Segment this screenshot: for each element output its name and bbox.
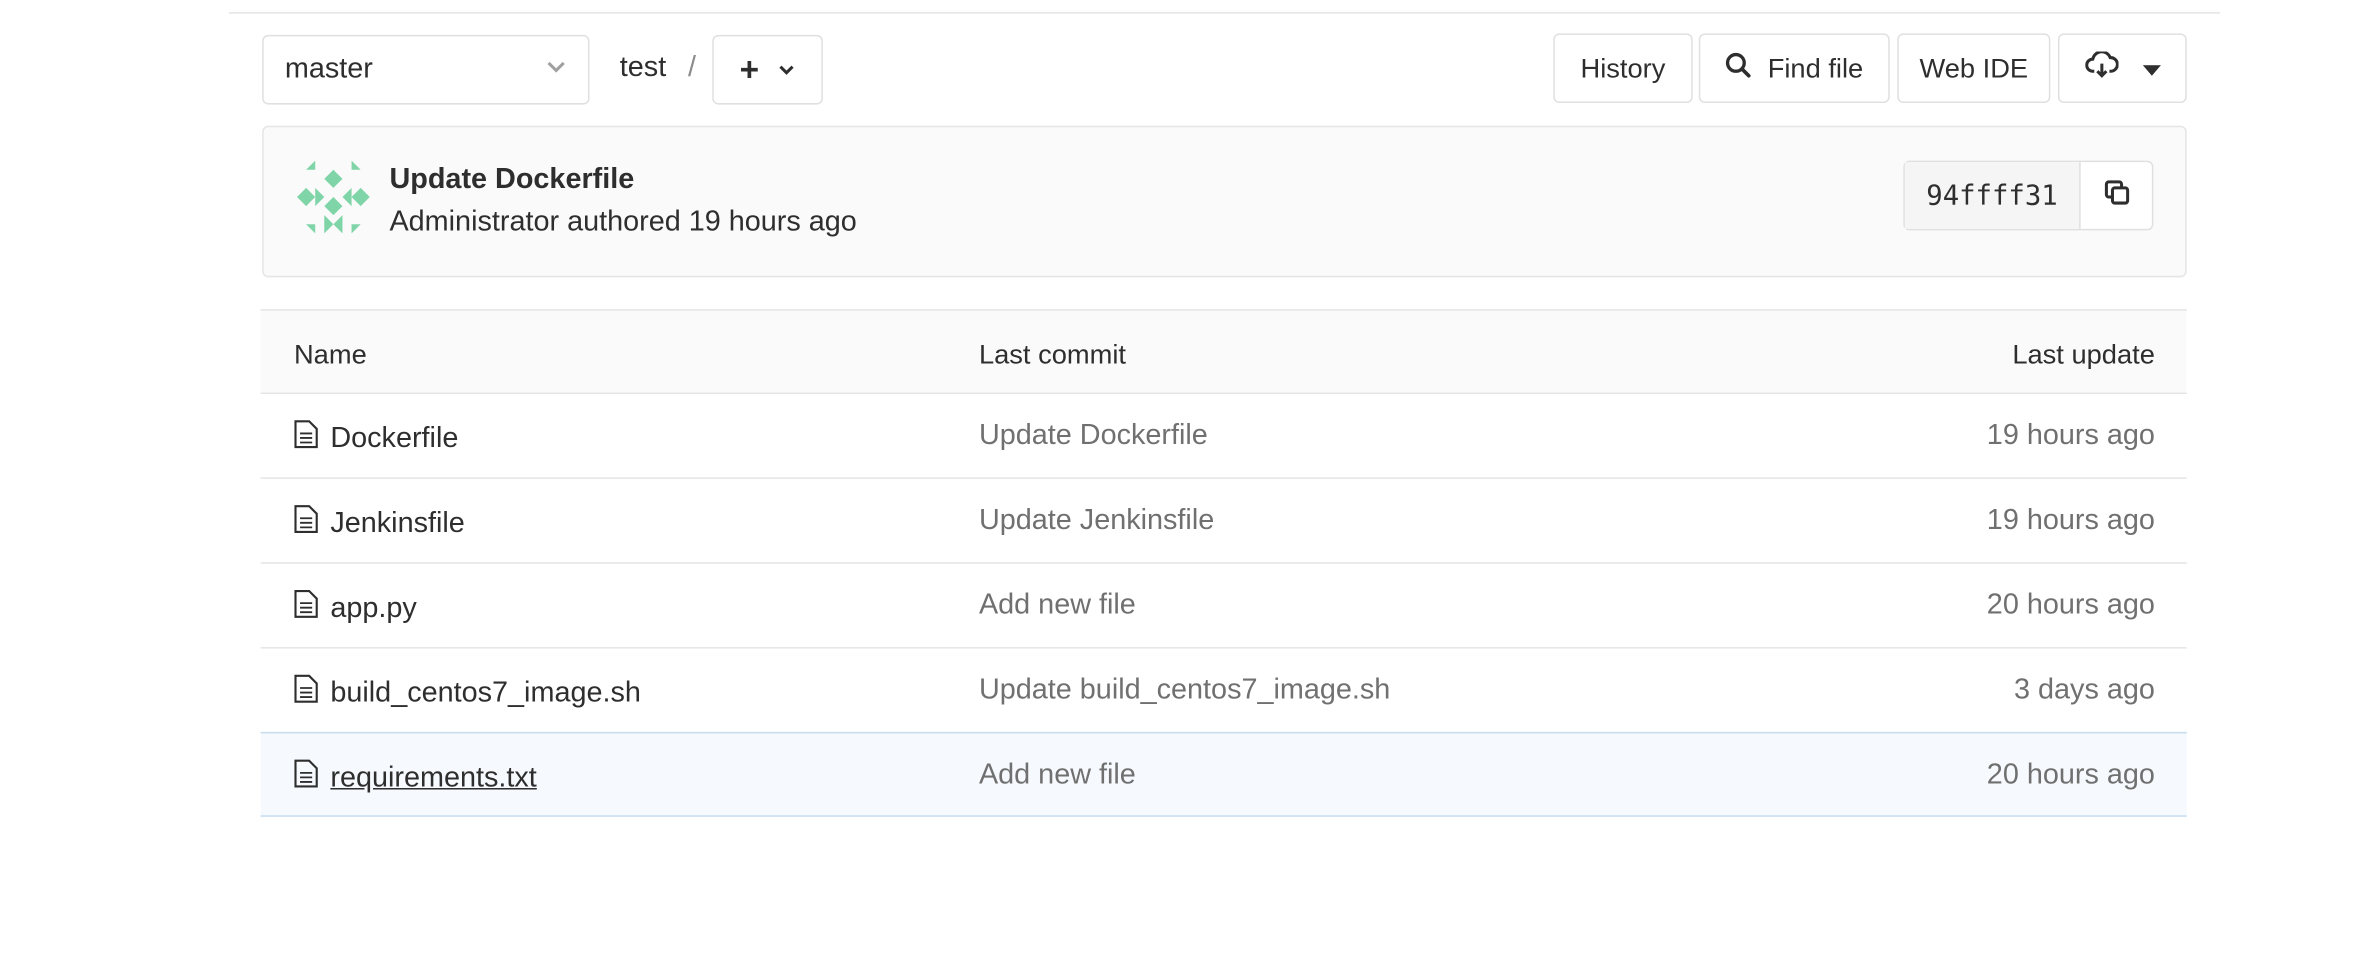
breadcrumb-separator: / <box>687 51 696 84</box>
column-header-name: Name <box>293 339 367 370</box>
repository-file-browser: master test / + History Find file Web ID… <box>0 0 2364 964</box>
web-ide-button[interactable]: Web IDE <box>1897 33 2051 104</box>
branch-name: master <box>284 53 373 85</box>
branch-selector[interactable]: master <box>262 34 590 105</box>
file-icon <box>294 420 318 458</box>
last-update-time: 3 days ago <box>2014 674 2155 707</box>
cloud-download-icon <box>2084 49 2119 86</box>
commit-sha-group: 94ffff31 <box>1903 160 2154 231</box>
file-icon <box>294 674 318 712</box>
copy-icon <box>2103 178 2130 213</box>
table-row[interactable]: requirements.txt Add new file 20 hours a… <box>260 731 2187 817</box>
breadcrumb-repo[interactable]: test <box>620 52 666 85</box>
file-name[interactable]: Dockerfile <box>330 422 458 455</box>
add-to-tree-button[interactable]: + <box>712 34 823 105</box>
file-name[interactable]: build_centos7_image.sh <box>330 677 641 710</box>
column-header-last-commit: Last commit <box>978 339 1126 370</box>
last-update-time: 20 hours ago <box>1986 589 2155 622</box>
last-commit-message[interactable]: Add new file <box>979 759 1136 792</box>
divider <box>228 12 2221 14</box>
file-name-cell[interactable]: build_centos7_image.sh <box>294 674 641 712</box>
file-icon <box>294 759 318 797</box>
find-file-button[interactable]: Find file <box>1698 33 1890 104</box>
table-row[interactable]: build_centos7_image.sh Update build_cent… <box>260 649 2187 734</box>
copy-sha-button[interactable] <box>2081 162 2152 229</box>
file-name[interactable]: Jenkinsfile <box>330 507 464 540</box>
find-file-label: Find file <box>1767 52 1864 83</box>
commit-sha[interactable]: 94ffff31 <box>1904 162 2081 229</box>
table-row[interactable]: app.py Add new file 20 hours ago <box>260 564 2187 649</box>
chevron-down-icon <box>546 53 567 86</box>
last-commit-panel: Update Dockerfile Administrator authored… <box>262 125 2187 278</box>
file-icon <box>294 589 318 627</box>
history-button[interactable]: History <box>1553 33 1693 104</box>
file-name-cell[interactable]: requirements.txt <box>294 759 537 797</box>
file-tree-table: Name Last commit Last update Dockerfile … <box>260 309 2187 817</box>
column-header-last-update: Last update <box>2012 339 2155 370</box>
commit-title[interactable]: Update Dockerfile <box>389 164 634 197</box>
last-update-time: 20 hours ago <box>1986 759 2155 792</box>
file-name[interactable]: app.py <box>330 592 416 625</box>
commit-author-info: Administrator authored 19 hours ago <box>389 206 857 238</box>
last-commit-message[interactable]: Update Dockerfile <box>979 420 1208 453</box>
last-update-time: 19 hours ago <box>1986 504 2155 537</box>
file-icon <box>294 505 318 543</box>
chevron-down-icon <box>777 54 795 86</box>
avatar[interactable] <box>297 160 370 234</box>
table-header: Name Last commit Last update <box>260 309 2187 395</box>
file-name-cell[interactable]: Jenkinsfile <box>294 505 465 543</box>
file-name[interactable]: requirements.txt <box>330 761 536 794</box>
caret-down-icon <box>2142 52 2161 84</box>
last-commit-message[interactable]: Update build_centos7_image.sh <box>979 674 1390 707</box>
table-row[interactable]: Jenkinsfile Update Jenkinsfile 19 hours … <box>260 479 2187 564</box>
file-name-cell[interactable]: app.py <box>294 589 417 627</box>
plus-icon: + <box>739 50 760 88</box>
last-update-time: 19 hours ago <box>1986 419 2155 452</box>
search-icon <box>1725 51 1752 86</box>
file-name-cell[interactable]: Dockerfile <box>294 420 458 458</box>
download-button[interactable] <box>2057 33 2187 104</box>
table-row[interactable]: Dockerfile Update Dockerfile 19 hours ag… <box>260 394 2187 479</box>
last-commit-message[interactable]: Add new file <box>979 589 1136 622</box>
last-commit-message[interactable]: Update Jenkinsfile <box>979 505 1214 538</box>
